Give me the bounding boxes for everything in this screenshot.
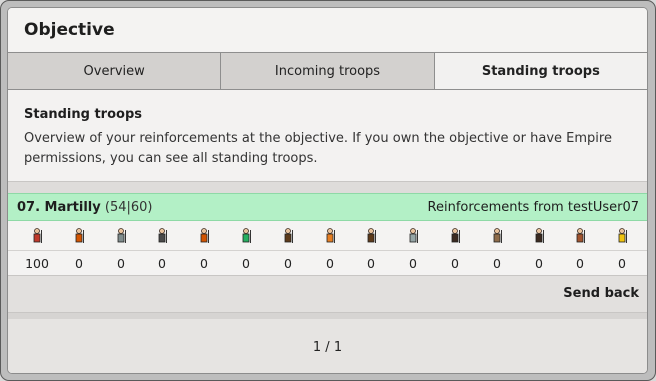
page-title: Objective	[24, 20, 115, 40]
heavy-cavalry-icon	[326, 227, 335, 243]
unit-cell	[184, 221, 224, 250]
archer-icon	[158, 227, 167, 243]
unit-cell	[560, 221, 600, 250]
unit-count: 0	[618, 255, 626, 271]
send-back-button[interactable]: Send back	[563, 286, 639, 301]
unit-cell	[59, 221, 99, 250]
wagon-icon	[576, 227, 585, 243]
unit-cell	[101, 221, 141, 250]
unit-cell	[268, 221, 308, 250]
action-row: Send back	[8, 276, 647, 312]
reinforcement-source: Reinforcements from testUser07	[427, 200, 639, 215]
unit-count: 100	[25, 255, 49, 271]
knight-icon	[451, 227, 460, 243]
tab-standing-troops[interactable]: Standing troops	[434, 53, 647, 89]
unit-count: 0	[326, 255, 334, 271]
unit-count: 0	[493, 255, 501, 271]
unit-count-row: 100 0 0 0 0 0 0 0 0 0 0 0 0 0 0	[8, 251, 647, 276]
tab-incoming-troops[interactable]: Incoming troops	[221, 53, 435, 89]
unit-cell	[142, 221, 182, 250]
village-label: 07. Martilly (54|60)	[17, 200, 152, 215]
catapult-icon	[409, 227, 418, 243]
unit-count: 0	[576, 255, 584, 271]
unit-cell	[310, 221, 350, 250]
swordsman-icon	[75, 227, 84, 243]
axe-fighter-icon	[117, 227, 126, 243]
unit-cell	[393, 221, 433, 250]
unit-cell	[17, 221, 57, 250]
unit-icon-row	[8, 221, 647, 251]
unit-count: 0	[367, 255, 375, 271]
spear-fighter-icon	[33, 227, 42, 243]
militia-icon	[535, 227, 544, 243]
reinforcement-header: 07. Martilly (54|60) Reinforcements from…	[8, 193, 647, 221]
scout-icon	[200, 227, 209, 243]
tab-bar: Overview Incoming troops Standing troops	[8, 52, 647, 90]
nobleman-icon	[618, 227, 627, 243]
unit-count: 0	[117, 255, 125, 271]
pagination: 1 / 1	[8, 319, 647, 373]
unit-count: 0	[75, 255, 83, 271]
unit-count: 0	[451, 255, 459, 271]
unit-cell	[226, 221, 266, 250]
unit-cell	[477, 221, 517, 250]
unit-count: 0	[535, 255, 543, 271]
unit-cell	[435, 221, 475, 250]
unit-count: 0	[409, 255, 417, 271]
snob-icon	[493, 227, 502, 243]
unit-count: 0	[200, 255, 208, 271]
village-name[interactable]: 07. Martilly	[17, 200, 101, 215]
unit-count: 0	[242, 255, 250, 271]
description-section: Standing troops Overview of your reinfor…	[8, 91, 647, 181]
unit-count: 0	[284, 255, 292, 271]
section-heading: Standing troops	[24, 107, 142, 122]
unit-cell	[519, 221, 559, 250]
light-cavalry-icon	[242, 227, 251, 243]
mounted-archer-icon	[284, 227, 293, 243]
village-coords: (54|60)	[104, 200, 153, 215]
tab-overview[interactable]: Overview	[8, 53, 222, 89]
section-description: Overview of your reinforcements at the o…	[24, 131, 612, 166]
unit-count: 0	[158, 255, 166, 271]
title-bar: Objective	[8, 8, 647, 51]
page-indicator: 1 / 1	[312, 339, 343, 355]
unit-cell	[602, 221, 642, 250]
ram-icon	[367, 227, 376, 243]
unit-cell	[351, 221, 391, 250]
objective-panel: Objective Overview Incoming troops Stand…	[7, 7, 648, 374]
